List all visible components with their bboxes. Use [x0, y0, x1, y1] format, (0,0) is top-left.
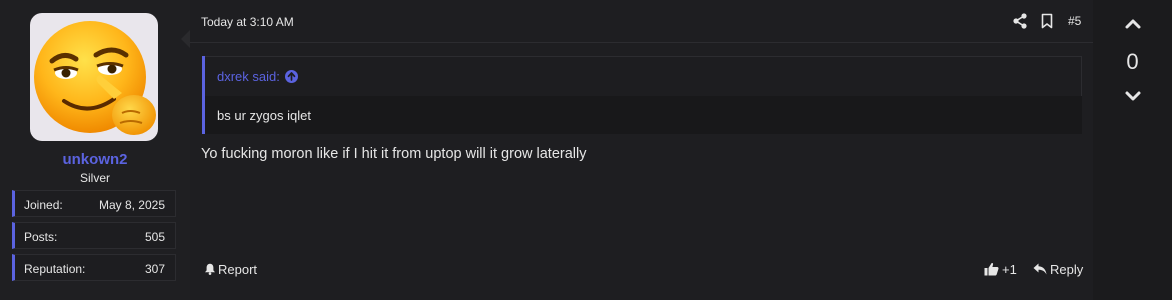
- vote-count: 0: [1126, 49, 1139, 74]
- like-button[interactable]: +1: [984, 262, 1017, 277]
- chevron-up-icon[interactable]: [1123, 14, 1143, 34]
- stat-label: Reputation:: [24, 262, 86, 276]
- post-main: Today at 3:10 AM #5 dxrek said: bs ur zy…: [190, 0, 1093, 300]
- reply-arrow-icon: [1033, 263, 1047, 275]
- reply-button[interactable]: Reply: [1033, 262, 1083, 277]
- stat-value: May 8, 2025: [98, 198, 165, 212]
- post-number-link[interactable]: #5: [1068, 14, 1081, 28]
- stat-reputation: Reputation: 307: [12, 254, 176, 281]
- username[interactable]: unkown2: [0, 151, 190, 168]
- share-icon[interactable]: [1013, 13, 1027, 29]
- user-info-panel: unkown2 Silver Joined: May 8, 2025 Posts…: [0, 0, 190, 300]
- quote-block: dxrek said: bs ur zygos iqlet: [202, 56, 1082, 134]
- arrow-up-circle-icon[interactable]: [285, 70, 298, 83]
- stat-joined: Joined: May 8, 2025: [12, 190, 176, 217]
- thumbs-up-icon: [984, 262, 999, 276]
- post-body-text: Yo fucking moron like if I hit it from u…: [201, 146, 587, 162]
- reply-label: Reply: [1050, 262, 1084, 277]
- chevron-down-icon[interactable]: [1123, 86, 1143, 106]
- bell-icon: [205, 263, 215, 275]
- report-button[interactable]: Report: [204, 262, 257, 277]
- report-label: Report: [218, 262, 258, 277]
- quote-author-link[interactable]: dxrek said:: [217, 69, 280, 84]
- user-rank: Silver: [79, 171, 110, 185]
- post-timestamp[interactable]: Today at 3:10 AM: [201, 15, 294, 29]
- avatar[interactable]: [30, 13, 158, 141]
- stat-value: 505: [144, 230, 165, 244]
- bookmark-icon[interactable]: [1041, 13, 1053, 29]
- vote-panel: 0: [1093, 0, 1172, 300]
- stat-label: Joined:: [24, 198, 63, 212]
- post-header: Today at 3:10 AM #5: [190, 0, 1093, 43]
- stat-value: 307: [144, 262, 165, 276]
- quote-header: dxrek said:: [205, 56, 1082, 96]
- reaction-count: +1: [1002, 262, 1017, 277]
- stat-label: Posts:: [24, 230, 58, 244]
- quote-text: bs ur zygos iqlet: [217, 108, 311, 123]
- message-pointer: [181, 30, 190, 48]
- smirking-emoji-avatar-icon: [34, 21, 156, 135]
- forum-post: unkown2 Silver Joined: May 8, 2025 Posts…: [0, 0, 1172, 300]
- stat-posts: Posts: 505: [12, 222, 176, 249]
